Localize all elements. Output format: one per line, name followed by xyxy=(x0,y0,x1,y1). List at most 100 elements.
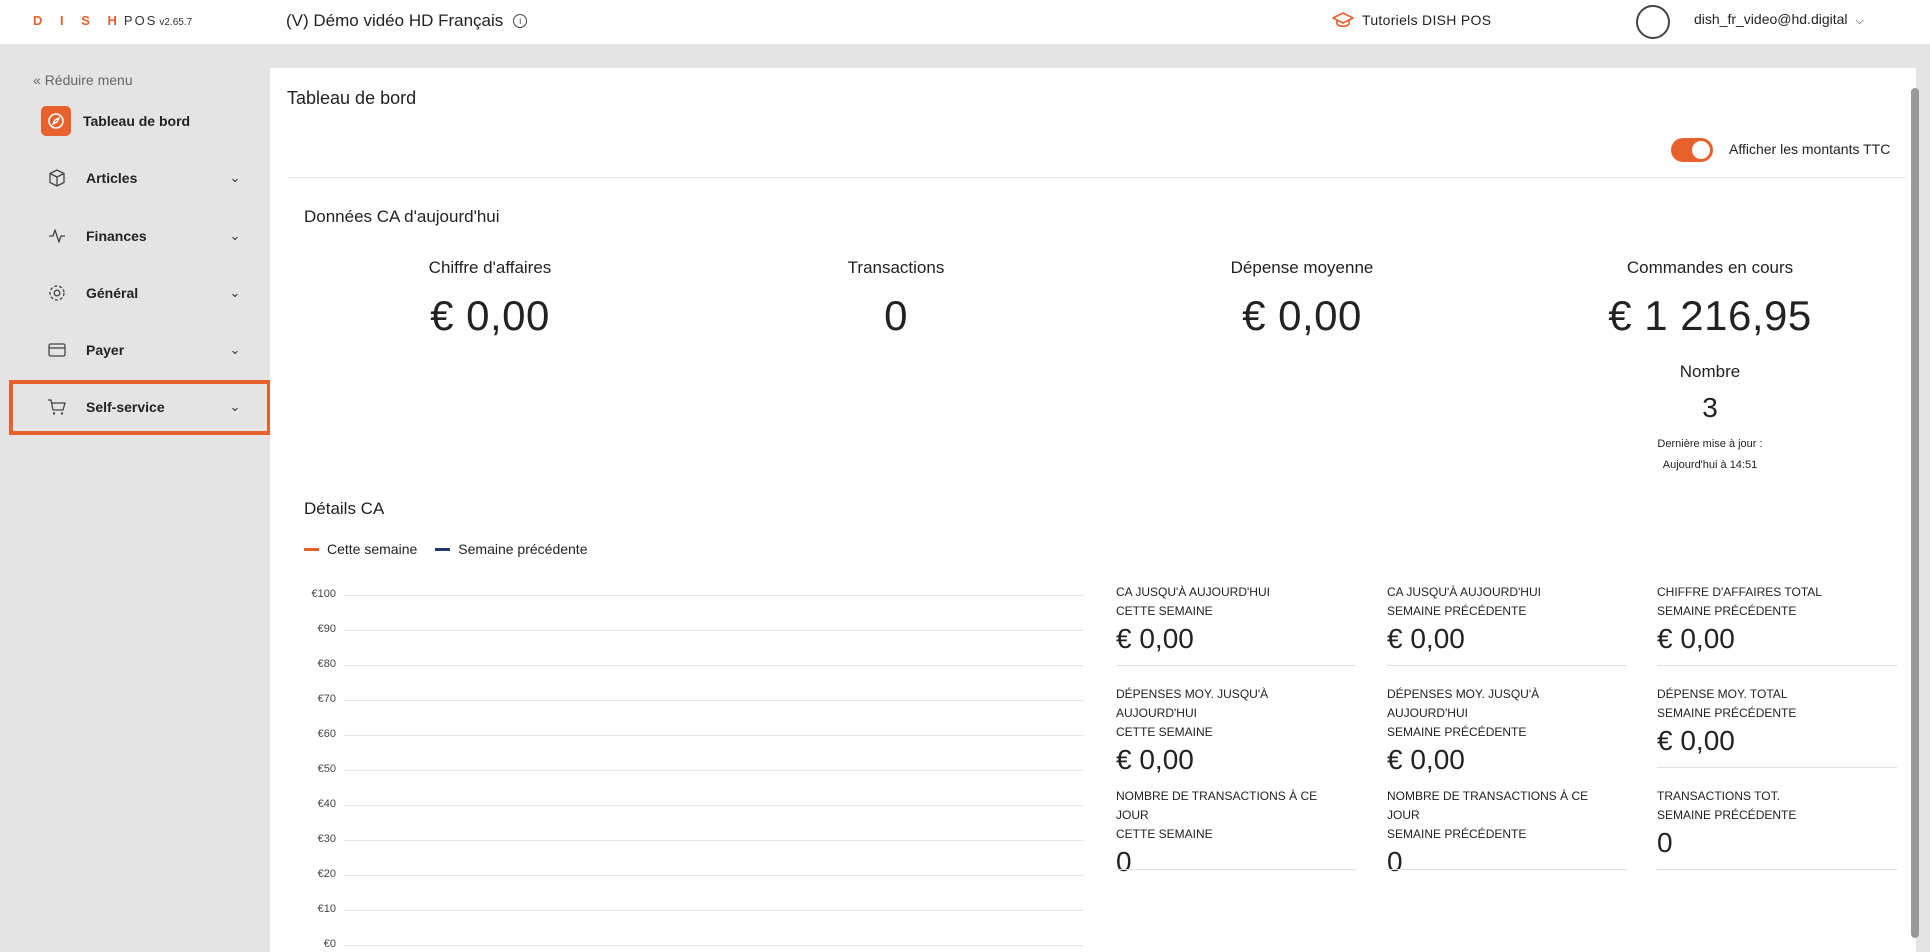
compass-icon xyxy=(41,106,71,136)
y-tick-label: €40 xyxy=(317,798,336,810)
stat-avg-spend-total-last-week: DÉPENSE MOY. TOTAL SEMAINE PRÉCÉDENTE € … xyxy=(1657,685,1897,768)
stat-value: 0 xyxy=(1657,827,1673,858)
kpi-label: Transactions xyxy=(847,258,945,277)
gear-icon xyxy=(45,281,69,305)
version-label: v2.65.7 xyxy=(159,17,193,28)
user-menu[interactable]: dish_fr_video@hd.digital ⌵ xyxy=(1694,11,1864,28)
stat-value: 0 xyxy=(1387,846,1403,877)
y-tick-label: €70 xyxy=(317,693,336,705)
stat-transactions-last-week: NOMBRE DE TRANSACTIONS À CE JOUR SEMAINE… xyxy=(1387,787,1627,878)
chevron-down-icon: ⌄ xyxy=(229,285,241,300)
divider xyxy=(1657,767,1897,768)
tutorials-link[interactable]: Tutoriels DISH POS xyxy=(1332,11,1491,29)
venue-name[interactable]: (V) Démo vidéo HD Français i xyxy=(286,11,528,31)
scrollbar[interactable] xyxy=(1911,88,1919,938)
stat-transactions-this-week: NOMBRE DE TRANSACTIONS À CE JOUR CETTE S… xyxy=(1116,787,1356,878)
kpi-revenue: Chiffre d'affaires € 0,00 xyxy=(340,258,640,340)
kpi-transactions: Transactions 0 xyxy=(746,258,1046,340)
stat-transactions-total-last-week: TRANSACTIONS TOT. SEMAINE PRÉCÉDENTE 0 xyxy=(1657,787,1897,870)
details-section-title: Détails CA xyxy=(304,499,385,518)
gridline xyxy=(344,945,1084,946)
stat-avg-spend-last-week: DÉPENSES MOY. JUSQU'À AUJOURD'HUI SEMAIN… xyxy=(1387,685,1627,776)
gridline xyxy=(344,840,1084,841)
order-count-label: Nombre xyxy=(1679,362,1741,381)
y-tick-label: €20 xyxy=(317,868,336,880)
revenue-chart: €0 €10 €20 €30 €40 €50 €60 €70 €80 €90 €100 xyxy=(300,585,1090,952)
y-tick-label: €80 xyxy=(317,658,336,670)
y-tick-label: €0 xyxy=(323,938,336,950)
collapse-menu-button[interactable]: « Réduire menu xyxy=(33,72,133,88)
divider xyxy=(1657,869,1897,870)
legend-swatch-last-week xyxy=(435,547,451,551)
today-section-title: Données CA d'aujourd'hui xyxy=(304,207,500,226)
divider xyxy=(1116,665,1356,666)
gridline xyxy=(344,770,1084,771)
last-update: Dernière mise à jour : Aujourd'hui à 14:… xyxy=(1657,438,1763,471)
dish-pos-logo[interactable]: D I S HPOS v2.65.7 xyxy=(33,13,192,28)
kpi-value: € 0,00 xyxy=(1242,292,1362,339)
gridline xyxy=(344,875,1084,876)
kpi-label: Commandes en cours xyxy=(1626,258,1794,277)
stat-total-revenue-last-week: CHIFFRE D'AFFAIRES TOTAL SEMAINE PRÉCÉDE… xyxy=(1657,583,1897,666)
sidebar-item-articles[interactable]: Articles ⌄ xyxy=(33,160,255,196)
stat-value: 0 xyxy=(1116,846,1132,877)
y-tick-label: €60 xyxy=(317,728,336,740)
top-bar: D I S HPOS v2.65.7 (V) Démo vidéo HD Fran… xyxy=(0,0,1930,44)
stat-value: € 0,00 xyxy=(1657,725,1735,756)
stat-value: € 0,00 xyxy=(1116,623,1194,654)
sidebar-item-general[interactable]: Général ⌄ xyxy=(33,275,255,311)
page-title: Tableau de bord xyxy=(287,88,417,108)
kpi-open-orders: Commandes en cours € 1 216,95 xyxy=(1560,258,1860,340)
kpi-label: Dépense moyenne xyxy=(1230,258,1374,277)
chevron-down-icon: ⌄ xyxy=(229,170,241,185)
order-count-value: 3 xyxy=(1702,392,1718,423)
activity-icon xyxy=(45,224,69,248)
avatar[interactable] xyxy=(1636,5,1670,39)
legend-swatch-this-week xyxy=(304,547,319,551)
stat-value: € 0,00 xyxy=(1116,744,1194,775)
stat-value: € 0,00 xyxy=(1387,623,1465,654)
stat-revenue-this-week: CA JUSQU'À AUJOURD'HUI CETTE SEMAINE € 0… xyxy=(1116,583,1356,666)
divider xyxy=(1116,869,1356,870)
kpi-value: € 0,00 xyxy=(430,292,550,339)
divider xyxy=(287,177,1906,178)
stat-avg-spend-this-week: DÉPENSES MOY. JUSQU'À AUJOURD'HUI CETTE … xyxy=(1116,685,1356,776)
divider xyxy=(1387,665,1627,666)
kpi-value: € 1 216,95 xyxy=(1608,292,1812,339)
y-tick-label: €90 xyxy=(317,623,336,635)
sidebar-item-payer[interactable]: Payer ⌄ xyxy=(33,332,255,368)
gridline xyxy=(344,595,1084,596)
gridline xyxy=(344,805,1084,806)
gridline xyxy=(344,665,1084,666)
double-chevron-left-icon: « xyxy=(33,72,41,88)
ttc-toggle[interactable] xyxy=(1671,138,1713,162)
sidebar-item-finances[interactable]: Finances ⌄ xyxy=(33,218,255,254)
y-tick-label: €10 xyxy=(317,903,336,915)
chart-legend: Cette semaine Semaine précédente xyxy=(304,541,587,557)
gridline xyxy=(344,700,1084,701)
legend-label: Semaine précédente xyxy=(458,541,588,557)
y-tick-label: €30 xyxy=(317,833,336,845)
credit-card-icon xyxy=(45,338,69,362)
sidebar-item-dashboard[interactable]: Tableau de bord xyxy=(33,103,255,139)
toggle-knob xyxy=(1692,141,1710,159)
divider xyxy=(1387,869,1627,870)
kpi-value: 0 xyxy=(884,292,908,339)
gridline xyxy=(344,630,1084,631)
y-tick-label: €50 xyxy=(317,763,336,775)
info-icon[interactable]: i xyxy=(513,14,528,28)
kpi-average-spend: Dépense moyenne € 0,00 xyxy=(1152,258,1452,340)
box-icon xyxy=(45,166,69,190)
gridline xyxy=(344,735,1084,736)
stat-revenue-last-week: CA JUSQU'À AUJOURD'HUI SEMAINE PRÉCÉDENT… xyxy=(1387,583,1627,666)
ttc-toggle-label: Afficher les montants TTC xyxy=(1729,141,1891,157)
kpi-label: Chiffre d'affaires xyxy=(428,258,552,277)
gridline xyxy=(344,910,1084,911)
stat-value: € 0,00 xyxy=(1387,744,1465,775)
stat-value: € 0,00 xyxy=(1657,623,1735,654)
chevron-down-icon: ⌄ xyxy=(229,228,241,243)
legend-label: Cette semaine xyxy=(327,541,418,557)
y-tick-label: €100 xyxy=(311,588,336,600)
self-service-highlight xyxy=(9,380,271,435)
chevron-down-icon: ⌄ xyxy=(229,342,241,357)
